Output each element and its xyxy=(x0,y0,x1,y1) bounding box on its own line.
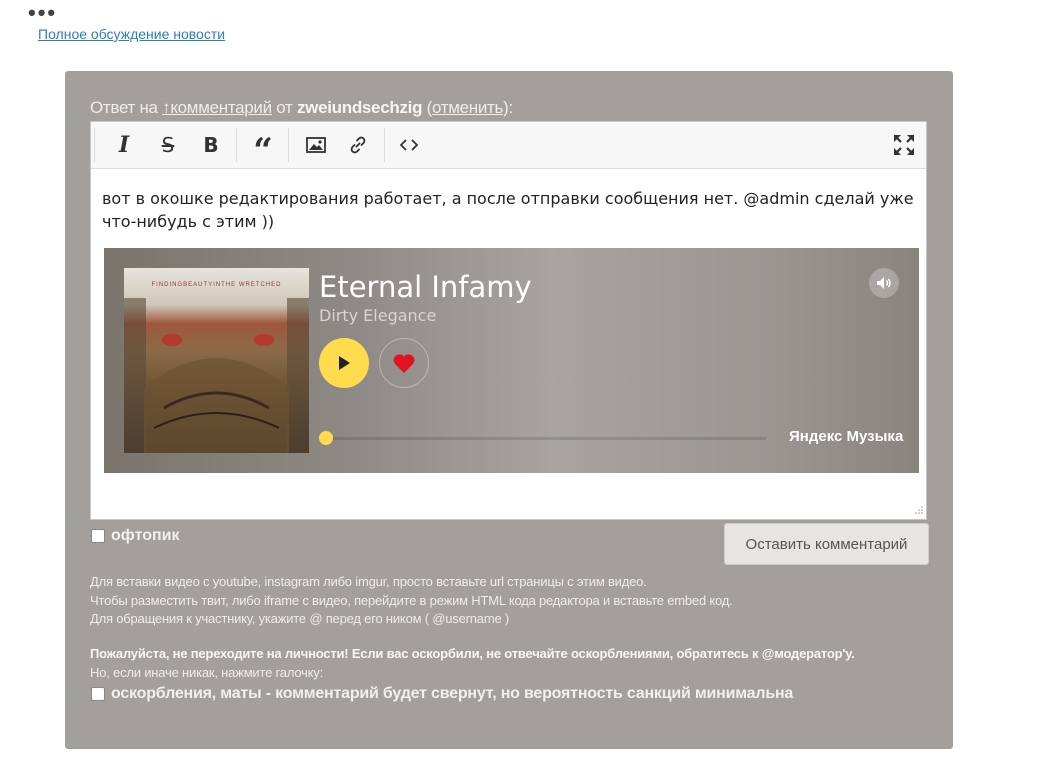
album-cover: FINDINGBEAUTYINTHE WRETCHED xyxy=(124,268,309,453)
toolbar-divider xyxy=(236,128,237,162)
reply-prefix: Ответ на xyxy=(90,98,163,117)
resize-handle-icon[interactable] xyxy=(913,506,923,516)
offtopic-label: офтопик xyxy=(111,527,180,544)
speaker-icon xyxy=(877,277,891,289)
bold-icon[interactable]: B xyxy=(196,130,226,160)
progress-handle[interactable] xyxy=(319,431,333,445)
hint-video: Для вставки видео с youtube, instagram л… xyxy=(90,574,647,589)
editor-text[interactable]: вот в окошке редактирования работает, а … xyxy=(91,169,926,233)
code-icon[interactable] xyxy=(394,130,424,160)
play-button[interactable] xyxy=(319,338,369,388)
play-icon xyxy=(339,356,350,370)
track-artist[interactable]: Dirty Elegance xyxy=(319,306,436,325)
comment-editor[interactable]: I S B “ вот в окошке редактирования рабо… xyxy=(90,121,927,520)
hint-mention: Для обращения к участнику, укажите @ пер… xyxy=(90,611,510,626)
track-title[interactable]: Eternal Infamy xyxy=(319,270,532,304)
paren-open: ( xyxy=(422,98,433,117)
progress-track[interactable] xyxy=(326,437,766,440)
warning-normal: Но, если иначе никак, нажмите галочку: xyxy=(90,664,324,680)
insult-checkbox[interactable] xyxy=(91,687,105,701)
link-icon[interactable] xyxy=(343,130,373,160)
parent-comment-link[interactable]: ↑комментарий xyxy=(162,98,272,117)
warning-bold: Пожалуйста, не переходите на личности! Е… xyxy=(90,646,855,661)
paren-close: ): xyxy=(503,98,513,117)
heart-icon xyxy=(393,354,415,373)
toolbar-divider xyxy=(288,128,289,162)
strikethrough-icon[interactable]: S xyxy=(153,130,183,160)
yandex-music-player: FINDINGBEAUTYINTHE WRETCHED Eternal Infa… xyxy=(104,248,919,473)
reply-header: Ответ на ↑комментарий от zweiundsechzig … xyxy=(90,98,513,118)
toolbar-divider xyxy=(94,128,95,162)
cover-artwork xyxy=(124,298,309,453)
insult-option[interactable]: оскорбления, маты - комментарий будет св… xyxy=(91,685,793,703)
quote-icon[interactable]: “ xyxy=(248,130,278,168)
offtopic-option[interactable]: офтопик xyxy=(91,527,179,545)
full-discussion-link[interactable]: Полное обсуждение новости xyxy=(38,26,225,42)
hint-tweet: Чтобы разместить твит, либо iframe с вид… xyxy=(90,592,733,608)
reply-form-panel: Ответ на ↑комментарий от zweiundsechzig … xyxy=(65,71,953,749)
more-options-icon[interactable]: ••• xyxy=(28,2,57,24)
fullscreen-icon[interactable] xyxy=(889,130,919,160)
offtopic-checkbox[interactable] xyxy=(91,529,105,543)
volume-button[interactable] xyxy=(869,268,899,298)
italic-icon[interactable]: I xyxy=(109,130,139,160)
insult-label: оскорбления, маты - комментарий будет св… xyxy=(111,685,794,702)
image-icon[interactable] xyxy=(301,130,331,160)
submit-comment-button[interactable]: Оставить комментарий xyxy=(724,523,929,565)
like-button[interactable] xyxy=(379,338,429,388)
yandex-music-label[interactable]: Яндекс Музыка xyxy=(789,428,903,445)
warning-text: Пожалуйста, не переходите на личности! Е… xyxy=(90,645,855,682)
cancel-reply-link[interactable]: отменить xyxy=(432,98,503,117)
help-text: Для вставки видео с youtube, instagram л… xyxy=(90,573,733,629)
reply-from: от xyxy=(271,98,297,117)
editor-toolbar: I S B “ xyxy=(91,122,926,169)
toolbar-divider xyxy=(384,128,385,162)
reply-username: zweiundsechzig xyxy=(296,98,423,117)
